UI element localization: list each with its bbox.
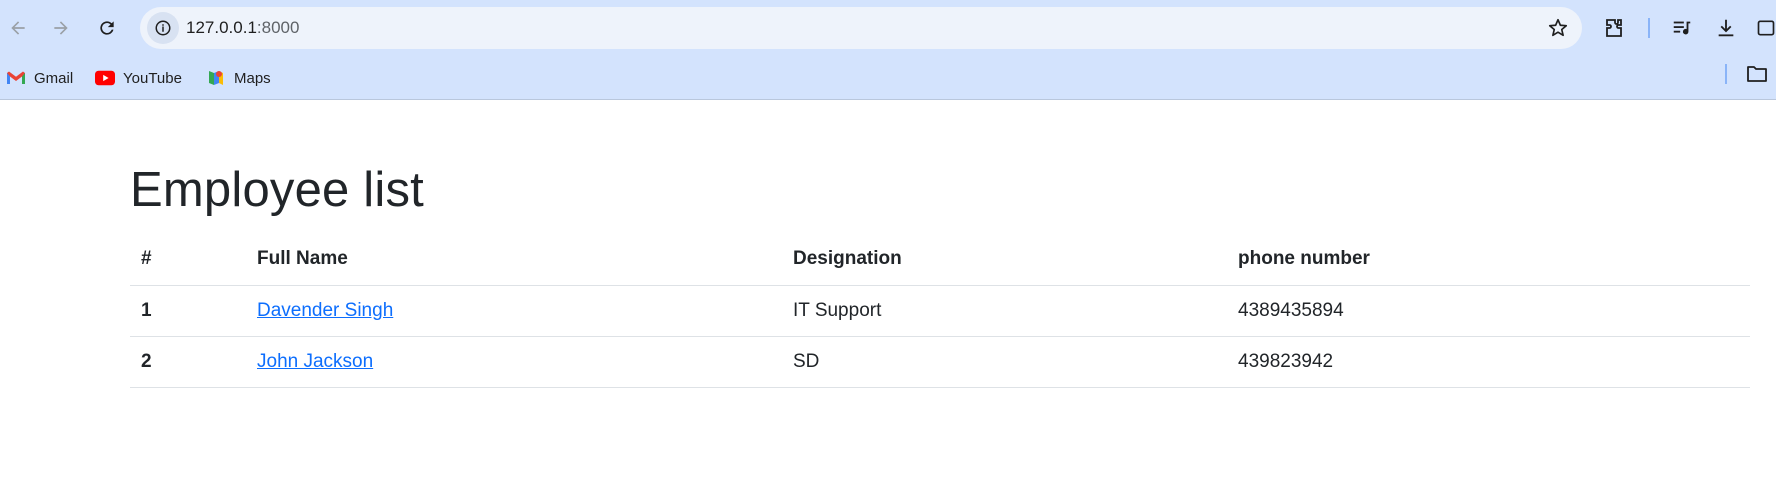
download-icon: [1718, 19, 1734, 37]
bookmark-label: Maps: [234, 69, 271, 87]
queue-music-icon: [1673, 21, 1691, 35]
maps-icon: [206, 68, 226, 88]
reload-icon: [100, 21, 114, 35]
row-phone: 4389435894: [1227, 285, 1750, 337]
row-number: 1: [130, 285, 246, 337]
address-bar[interactable]: 127.0.0.1:8000: [140, 7, 1582, 49]
employee-link[interactable]: Davender Singh: [257, 300, 393, 321]
media-controls-button[interactable]: [1668, 14, 1696, 42]
table-header-row: # Full Name Designation phone number: [130, 234, 1750, 286]
bookmark-star-button[interactable]: [1546, 16, 1570, 40]
url-text: 127.0.0.1:8000: [186, 18, 299, 38]
row-phone: 439823942: [1227, 336, 1750, 388]
extensions-button[interactable]: [1600, 14, 1628, 42]
site-info-button[interactable]: [147, 12, 179, 44]
side-panel-button[interactable]: [1756, 14, 1776, 42]
reload-button[interactable]: [91, 12, 123, 44]
page-title: Employee list: [130, 163, 424, 217]
back-arrow-icon: [11, 21, 25, 35]
url-host: 127.0.0.1: [186, 18, 257, 37]
side-panel-icon: [1757, 20, 1775, 36]
employee-table: # Full Name Designation phone number 1 D…: [130, 234, 1750, 388]
browser-chrome: 127.0.0.1:8000 Gmail YouTube Maps: [0, 0, 1776, 100]
header-full-name: Full Name: [246, 234, 782, 286]
url-port: :8000: [256, 18, 300, 37]
downloads-button[interactable]: [1712, 14, 1740, 42]
header-phone-number: phone number: [1227, 234, 1750, 286]
header-designation: Designation: [782, 234, 1227, 286]
bookmark-label: Gmail: [34, 69, 74, 87]
bookmark-gmail[interactable]: Gmail: [6, 65, 73, 91]
forward-button[interactable]: [45, 12, 77, 44]
table-row: 2 John Jackson SD 439823942: [130, 336, 1750, 388]
puzzle-icon: [1606, 19, 1622, 37]
bookmark-youtube[interactable]: YouTube: [95, 65, 182, 91]
star-icon: [1548, 18, 1568, 37]
youtube-icon: [95, 68, 115, 88]
row-name-cell: Davender Singh: [246, 285, 782, 337]
row-name-cell: John Jackson: [246, 336, 782, 388]
bookmarks-divider: [1725, 64, 1727, 84]
folder-icon: [1747, 66, 1767, 82]
toolbar-divider: [1648, 18, 1650, 38]
all-bookmarks-button[interactable]: [1746, 64, 1770, 84]
row-number: 2: [130, 336, 246, 388]
info-icon: [155, 20, 171, 36]
bookmark-maps[interactable]: Maps: [206, 65, 271, 91]
forward-arrow-icon: [54, 21, 68, 35]
gmail-icon: [6, 68, 26, 88]
bookmarks-bar: Gmail YouTube Maps: [0, 56, 1776, 100]
row-designation: SD: [782, 336, 1227, 388]
header-number: #: [130, 234, 246, 286]
table-row: 1 Davender Singh IT Support 4389435894: [130, 285, 1750, 337]
page-content: Employee list # Full Name Designation ph…: [0, 101, 1776, 488]
back-button[interactable]: [2, 12, 34, 44]
employee-link[interactable]: John Jackson: [257, 351, 373, 372]
browser-toolbar: 127.0.0.1:8000: [0, 0, 1776, 56]
bookmark-label: YouTube: [123, 69, 182, 87]
row-designation: IT Support: [782, 285, 1227, 337]
